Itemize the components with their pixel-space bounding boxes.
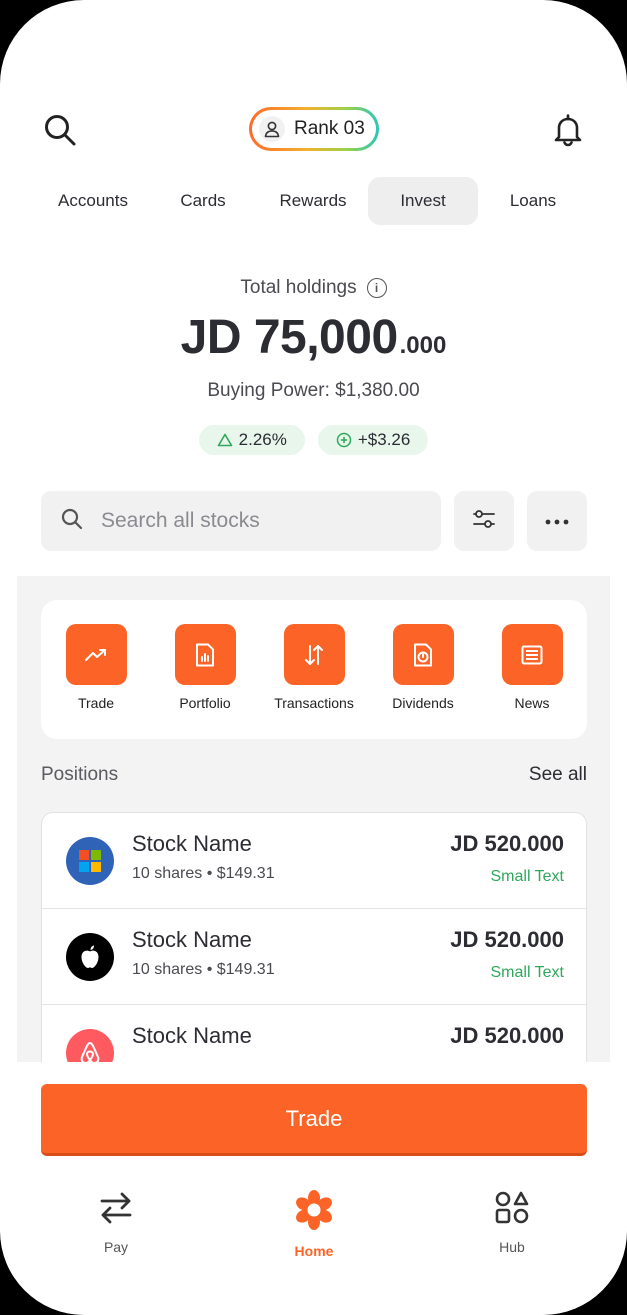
quick-action-transactions[interactable]: Transactions [259,624,369,711]
balance-amount: JD 75,000 .000 [0,310,627,365]
more-options-button[interactable] [527,491,587,551]
total-holdings-row: Total holdings i [0,277,627,299]
tab-cards[interactable]: Cards [148,177,258,225]
position-row[interactable]: Stock Name 10 shares • $149.31 JD 520.00… [42,813,586,909]
report-chart-icon [174,624,236,685]
change-pills: 2.26% +$3.26 [0,425,627,455]
apple-logo-icon [66,933,114,981]
shapes-icon [494,1190,530,1231]
quick-action-trade[interactable]: Trade [41,624,151,711]
triangle-up-icon [217,433,233,447]
nav-label: Hub [499,1239,525,1255]
dividend-document-icon [392,624,454,685]
position-row[interactable]: Stock Name 10 shares • $149.31 JD 520.00… [42,909,586,1005]
filter-button[interactable] [454,491,514,551]
stock-small-text: Small Text [490,868,564,885]
buying-power: Buying Power: $1,380.00 [207,380,420,401]
top-header: Rank 03 [0,106,627,154]
search-icon[interactable] [40,110,80,150]
stock-value: JD 520.000 [450,1023,564,1048]
nav-home[interactable]: Home [264,1190,364,1259]
quick-action-dividends[interactable]: Dividends [368,624,478,711]
more-dots-icon [545,512,569,530]
bottom-nav: Pay Home Hub [0,1190,627,1260]
airbnb-logo-icon [66,1029,114,1062]
positions-list: Stock Name 10 shares • $149.31 JD 520.00… [41,812,587,1062]
trade-button[interactable]: Trade [41,1084,587,1156]
invest-panel: Trade Portfolio Transactions Dividends N… [17,576,610,1062]
positions-title: Positions [41,764,119,785]
quick-actions-card: Trade Portfolio Transactions Dividends N… [41,600,587,739]
stock-name: Stock Name [132,927,252,952]
quick-action-label: Portfolio [179,695,231,711]
stock-shares: 10 shares • $149.31 [132,865,275,882]
balance-decimal: .000 [399,332,447,359]
transfer-arrows-icon [98,1190,134,1231]
stock-name: Stock Name [132,831,252,856]
tab-loans[interactable]: Loans [478,177,588,225]
stock-name: Stock Name [132,1023,252,1048]
trending-up-icon [65,624,127,685]
quick-action-label: Dividends [392,695,454,711]
search-placeholder: Search all stocks [101,509,260,532]
arrows-up-down-icon [283,624,345,685]
change-amount-badge: +$3.26 [317,425,429,455]
quick-action-news[interactable]: News [477,624,587,711]
sliders-icon [473,509,495,534]
positions-header: Positions See all [41,764,587,786]
see-all-link[interactable]: See all [529,764,587,786]
rank-badge[interactable]: Rank 03 [249,107,379,151]
tab-accounts[interactable]: Accounts [38,177,148,225]
position-row[interactable]: Stock Name JD 520.000 [42,1005,586,1062]
stock-value: JD 520.000 [450,927,564,952]
tab-bar: Accounts Cards Rewards Invest Loans [38,177,588,225]
tab-invest[interactable]: Invest [368,177,478,225]
quick-action-label: News [514,695,550,711]
tab-rewards[interactable]: Rewards [258,177,368,225]
info-icon[interactable]: i [366,278,387,298]
flower-logo-icon [294,1190,334,1235]
quick-action-label: Transactions [274,695,354,711]
stock-shares: 10 shares • $149.31 [132,961,275,978]
change-amount: +$3.26 [357,430,411,449]
newspaper-icon [501,624,563,685]
stock-small-text: Small Text [490,964,564,981]
nav-pay[interactable]: Pay [66,1190,166,1255]
stock-value: JD 520.000 [450,831,564,856]
search-icon [61,508,83,535]
nav-hub[interactable]: Hub [462,1190,562,1255]
nav-label: Pay [103,1239,129,1255]
balance-main: JD 75,000 [180,311,399,364]
bell-icon[interactable] [548,110,588,150]
plus-circle-icon [336,432,352,448]
quick-action-label: Trade [77,695,115,711]
stock-search-input[interactable]: Search all stocks [41,491,441,551]
total-holdings-label: Total holdings [240,277,357,298]
nav-label: Home [294,1243,334,1259]
phone-screen: Rank 03 Accounts Cards Rewards Invest Lo… [0,0,627,1315]
rank-label: Rank 03 [294,118,365,139]
quick-action-portfolio[interactable]: Portfolio [150,624,260,711]
microsoft-logo-icon [66,837,114,885]
change-percent: 2.26% [238,430,287,449]
change-percent-badge: 2.26% [198,425,305,455]
user-icon [259,116,285,142]
